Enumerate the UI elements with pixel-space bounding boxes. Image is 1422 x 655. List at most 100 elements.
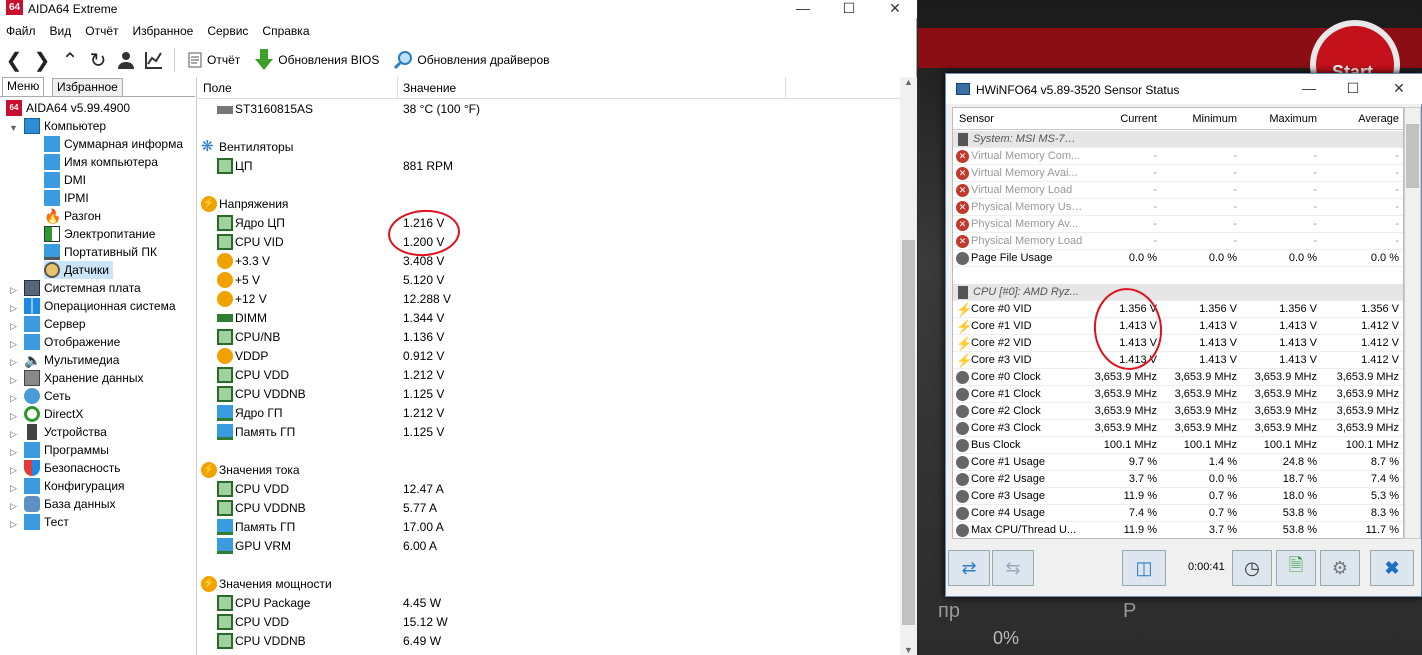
- list-row[interactable]: CPU VDDNB 6.49 W: [197, 632, 897, 651]
- list-row[interactable]: +12 V 12.288 V: [197, 290, 897, 309]
- user-button[interactable]: [112, 46, 140, 74]
- grid-scrollbar-thumb[interactable]: [1406, 124, 1419, 188]
- grid-row[interactable]: ✕ Physical Memory Load - - - -: [953, 233, 1403, 250]
- grid-row[interactable]: ⚡ Core #0 VID 1.356 V 1.356 V 1.356 V 1.356 V: [953, 301, 1403, 318]
- scroll-down-icon[interactable]: ▼: [900, 645, 917, 655]
- tree-collapse-icon[interactable]: ▷: [10, 411, 17, 422]
- grid-row[interactable]: Core #3 Clock 3,653.9 MHz 3,653.9 MHz 3,653…: [953, 420, 1403, 437]
- grid-row[interactable]: Core #0 Clock 3,653.9 MHz 3,653.9 MHz 3,653…: [953, 369, 1403, 386]
- tree-collapse-icon[interactable]: ▷: [10, 519, 17, 530]
- tree-collapse-icon[interactable]: ▷: [10, 429, 17, 440]
- menu-view[interactable]: Вид: [50, 24, 72, 42]
- list-row[interactable]: Ядро ЦП 1.216 V: [197, 214, 897, 233]
- tree-network[interactable]: Сеть: [24, 387, 71, 405]
- grid-row[interactable]: Core #4 Usage 7.4 % 0.7 % 53.8 % 8.3 %: [953, 505, 1403, 522]
- tree-ipmi[interactable]: IPMI: [44, 189, 89, 207]
- grid-row[interactable]: ⚡ Core #2 VID 1.413 V 1.413 V 1.413 V 1.412 V: [953, 335, 1403, 352]
- col-maximum[interactable]: Maximum: [1269, 113, 1317, 125]
- report-button[interactable]: Отчёт: [187, 52, 240, 68]
- tab-menu[interactable]: Меню: [2, 77, 45, 96]
- add-report-button[interactable]: 🗎: [1276, 550, 1316, 586]
- tree-computer-name[interactable]: Имя компьютера: [44, 153, 158, 171]
- tree-collapse-icon[interactable]: ▷: [10, 285, 17, 296]
- tree-server[interactable]: Сервер: [24, 315, 86, 333]
- list-row[interactable]: +3.3 V 3.408 V: [197, 252, 897, 271]
- tree-collapse-icon[interactable]: ▷: [10, 483, 17, 494]
- col-minimum[interactable]: Minimum: [1192, 113, 1237, 125]
- tree-collapse-icon[interactable]: ▷: [10, 357, 17, 368]
- grid-row[interactable]: Core #2 Usage 3.7 % 0.0 % 18.7 % 7.4 %: [953, 471, 1403, 488]
- list-row[interactable]: CPU VDDNB 1.125 V: [197, 385, 897, 404]
- bios-update-button[interactable]: Обновления BIOS: [254, 49, 379, 71]
- tree-collapse-icon[interactable]: ▷: [10, 303, 17, 314]
- list-row[interactable]: CPU VID 1.200 V: [197, 233, 897, 252]
- grid-group-system[interactable]: System: MSI MS-7B38: [953, 131, 1403, 148]
- grid-row[interactable]: Core #3 Usage 11.9 % 0.7 % 18.0 % 5.3 %: [953, 488, 1403, 505]
- driver-update-button[interactable]: Обновления драйверов: [393, 50, 550, 70]
- chart-button[interactable]: [140, 46, 168, 74]
- grid-row[interactable]: Bus Clock 100.1 MHz 100.1 MHz 100.1 MHz 100.…: [953, 437, 1403, 454]
- tree-test[interactable]: Тест: [24, 513, 69, 531]
- grid-row[interactable]: Core #1 Usage 9.7 % 1.4 % 24.8 % 8.7 %: [953, 454, 1403, 471]
- tree-database[interactable]: База данных: [24, 495, 115, 513]
- column-value[interactable]: Значение: [403, 81, 456, 95]
- tree-summary[interactable]: Суммарная информа: [44, 135, 183, 153]
- grid-row[interactable]: Core #2 Clock 3,653.9 MHz 3,653.9 MHz 3,653…: [953, 403, 1403, 420]
- tree-collapse-icon[interactable]: ▷: [10, 339, 17, 350]
- tree-collapse-icon[interactable]: ▷: [10, 447, 17, 458]
- grid-row[interactable]: Page File Usage 0.0 % 0.0 % 0.0 % 0.0 %: [953, 250, 1403, 267]
- tree-os[interactable]: Операционная система: [24, 297, 176, 315]
- tree-display[interactable]: Отображение: [24, 333, 120, 351]
- col-average[interactable]: Average: [1358, 113, 1399, 125]
- maximize-icon[interactable]: ☐: [1330, 80, 1376, 98]
- list-row[interactable]: Память ГП 1.125 V: [197, 423, 897, 442]
- grid-row[interactable]: ✕ Virtual Memory Avai... - - - -: [953, 165, 1403, 182]
- refresh-button[interactable]: ↻: [84, 46, 112, 74]
- menu-report[interactable]: Отчёт: [85, 24, 118, 42]
- collapse-columns-button[interactable]: ⇆: [992, 550, 1034, 586]
- tree-expand-icon[interactable]: ▼: [9, 123, 18, 133]
- grid-row[interactable]: Max CPU/Thread U... 11.9 % 3.7 % 53.8 % 11.7…: [953, 522, 1403, 538]
- menu-help[interactable]: Справка: [262, 24, 309, 42]
- list-row[interactable]: VDDP 0.912 V: [197, 347, 897, 366]
- list-row[interactable]: +5 V 5.120 V: [197, 271, 897, 290]
- tree-overclock[interactable]: 🔥 Разгон: [44, 207, 101, 225]
- close-hwinfo-button[interactable]: ✖: [1370, 550, 1414, 586]
- menu-file[interactable]: Файл: [6, 24, 36, 42]
- list-row[interactable]: CPU VDDNB 5.77 A: [197, 499, 897, 518]
- list-row[interactable]: CPU VDD 15.12 W: [197, 613, 897, 632]
- tree-motherboard[interactable]: Системная плата: [24, 279, 141, 297]
- list-row[interactable]: ST3160815AS 38 °C (100 °F): [197, 100, 897, 119]
- tree-power[interactable]: Электропитание: [44, 225, 155, 243]
- list-row[interactable]: ЦП 881 RPM: [197, 157, 897, 176]
- list-row[interactable]: CPU VDD 12.47 A: [197, 480, 897, 499]
- tree-collapse-icon[interactable]: ▷: [10, 465, 17, 476]
- tree-dmi[interactable]: DMI: [44, 171, 86, 189]
- list-row[interactable]: DIMM 1.344 V: [197, 309, 897, 328]
- list-row[interactable]: CPU VDD 1.212 V: [197, 366, 897, 385]
- tree-computer[interactable]: Компьютер: [24, 117, 106, 135]
- menu-service[interactable]: Сервис: [207, 24, 248, 42]
- grid-group-cpu[interactable]: CPU [#0]: AMD Ryz...: [953, 284, 1403, 301]
- menu-favorites[interactable]: Избранное: [133, 24, 194, 42]
- expand-columns-button[interactable]: ⇄: [948, 550, 990, 586]
- tree-config[interactable]: Конфигурация: [24, 477, 125, 495]
- close-icon[interactable]: ✕: [872, 0, 918, 18]
- maximize-icon[interactable]: ☐: [826, 0, 872, 18]
- grid-row[interactable]: ✕ Physical Memory Used - - - -: [953, 199, 1403, 216]
- settings-button[interactable]: ⚙: [1320, 550, 1360, 586]
- up-button[interactable]: ⌃: [56, 46, 84, 74]
- clock-button[interactable]: ◷: [1232, 550, 1272, 586]
- tree-portable[interactable]: Портативный ПК: [44, 243, 157, 261]
- tree-collapse-icon[interactable]: ▷: [10, 501, 17, 512]
- tree-programs[interactable]: Программы: [24, 441, 109, 459]
- grid-row[interactable]: ✕ Virtual Memory Com... - - - -: [953, 148, 1403, 165]
- col-current[interactable]: Current: [1120, 113, 1157, 125]
- minimize-icon[interactable]: —: [780, 0, 826, 18]
- grid-row[interactable]: ✕ Physical Memory Av... - - - -: [953, 216, 1403, 233]
- tree-security[interactable]: Безопасность: [24, 459, 121, 477]
- list-scrollbar-thumb[interactable]: [902, 240, 915, 625]
- scroll-up-icon[interactable]: ▲: [900, 77, 917, 87]
- list-row[interactable]: CPU/NB 1.136 V: [197, 328, 897, 347]
- tree-root[interactable]: 64 AIDA64 v5.99.4900: [6, 99, 130, 117]
